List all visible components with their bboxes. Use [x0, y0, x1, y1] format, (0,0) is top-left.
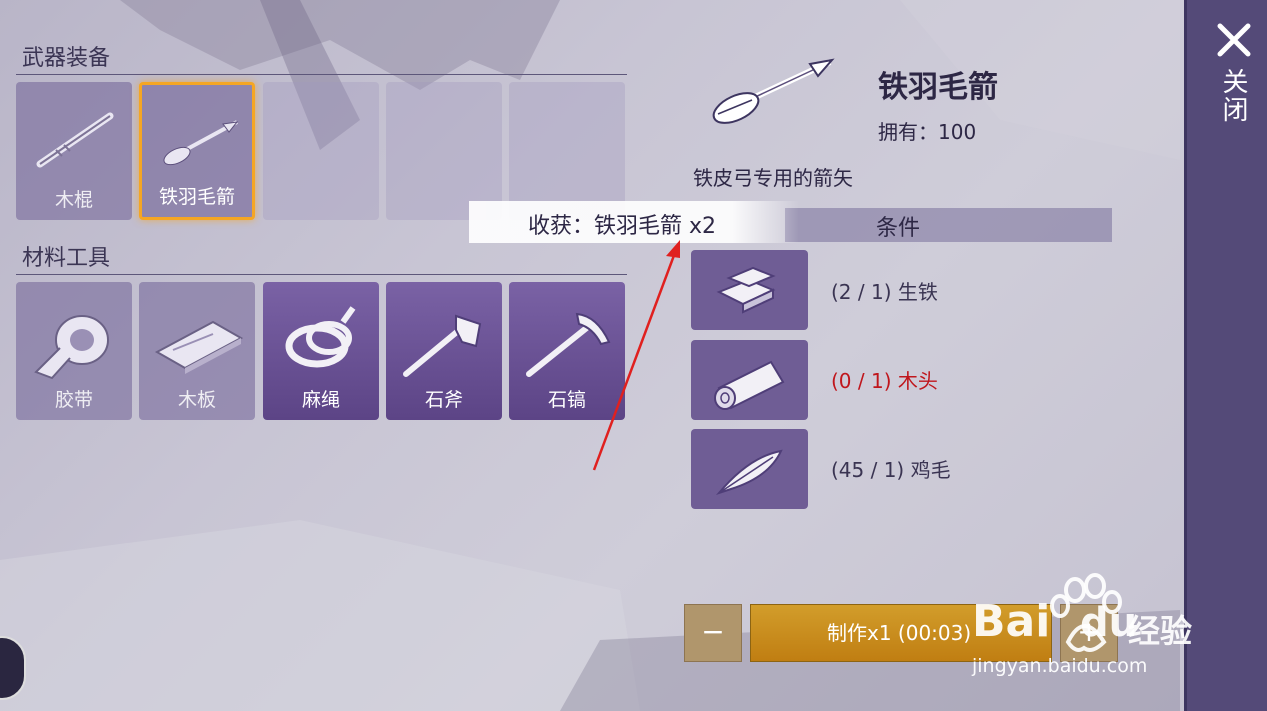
- material-slot-label: 木板: [177, 389, 216, 411]
- weapon-slot-label: 铁羽毛箭: [158, 186, 235, 208]
- material-slot-stone-pickaxe[interactable]: 石镐: [509, 282, 625, 420]
- requirement-iron-text: (2 / 1) 生铁: [831, 280, 938, 304]
- stick-icon: [36, 112, 114, 168]
- watermark-brand: Bai: [972, 596, 1051, 647]
- material-slot-label: 胶带: [54, 389, 93, 411]
- item-preview-arrow-icon: [712, 58, 835, 124]
- rope-icon: [285, 306, 356, 368]
- decrease-quantity-button[interactable]: −: [684, 604, 742, 662]
- material-slot-label: 石镐: [547, 389, 586, 411]
- material-slot-label: 麻绳: [301, 389, 340, 411]
- requirement-wood-text: (0 / 1) 木头: [831, 369, 938, 393]
- item-description: 铁皮弓专用的箭矢: [693, 166, 853, 190]
- material-slot-tape[interactable]: 胶带: [16, 282, 132, 420]
- conditions-header-bar: [785, 208, 1112, 242]
- weapons-section-title: 武器装备: [22, 46, 111, 71]
- close-label[interactable]: 关闭: [1218, 68, 1252, 124]
- item-owned-count: 拥有：100: [878, 120, 977, 144]
- material-slot-plank[interactable]: 木板: [139, 282, 255, 420]
- stone-pickaxe-icon: [526, 312, 611, 377]
- materials-divider: [16, 274, 627, 275]
- weapon-slot-empty[interactable]: [509, 82, 625, 220]
- material-slot-stone-axe[interactable]: 石斧: [386, 282, 502, 420]
- watermark-suffix: 经验: [1128, 612, 1193, 650]
- weapon-slot-stick[interactable]: 木棍: [16, 82, 132, 220]
- weapon-slot-empty[interactable]: [263, 82, 379, 220]
- requirement-wood-box[interactable]: [691, 340, 808, 420]
- plank-icon: [154, 320, 243, 374]
- material-slot-label: 石斧: [424, 389, 463, 411]
- feather-icon: [715, 449, 783, 496]
- item-name: 铁羽毛箭: [878, 70, 998, 105]
- requirement-feather-box[interactable]: [691, 429, 808, 509]
- tape-icon: [34, 315, 109, 380]
- weapons-divider: [16, 74, 627, 75]
- harvest-text: 收获：铁羽毛箭 x2: [528, 214, 717, 239]
- requirement-iron-box[interactable]: [691, 250, 808, 330]
- conditions-title: 条件: [876, 216, 921, 241]
- requirement-feather-text: (45 / 1) 鸡毛: [831, 458, 951, 482]
- materials-section-title: 材料工具: [22, 246, 111, 271]
- weapon-slot-label: 木棍: [54, 189, 93, 211]
- stone-axe-icon: [403, 314, 482, 377]
- wood-log-icon: [714, 360, 785, 410]
- arrow-icon: [163, 120, 239, 166]
- weapon-slot-empty[interactable]: [386, 82, 502, 220]
- watermark-url: jingyan.baidu.com: [972, 655, 1148, 677]
- iron-ingot-icon: [716, 266, 776, 314]
- close-icon[interactable]: [1214, 20, 1254, 60]
- material-slot-rope[interactable]: 麻绳: [263, 282, 379, 420]
- weapon-slot-iron-feather-arrow[interactable]: 铁羽毛箭: [139, 82, 255, 220]
